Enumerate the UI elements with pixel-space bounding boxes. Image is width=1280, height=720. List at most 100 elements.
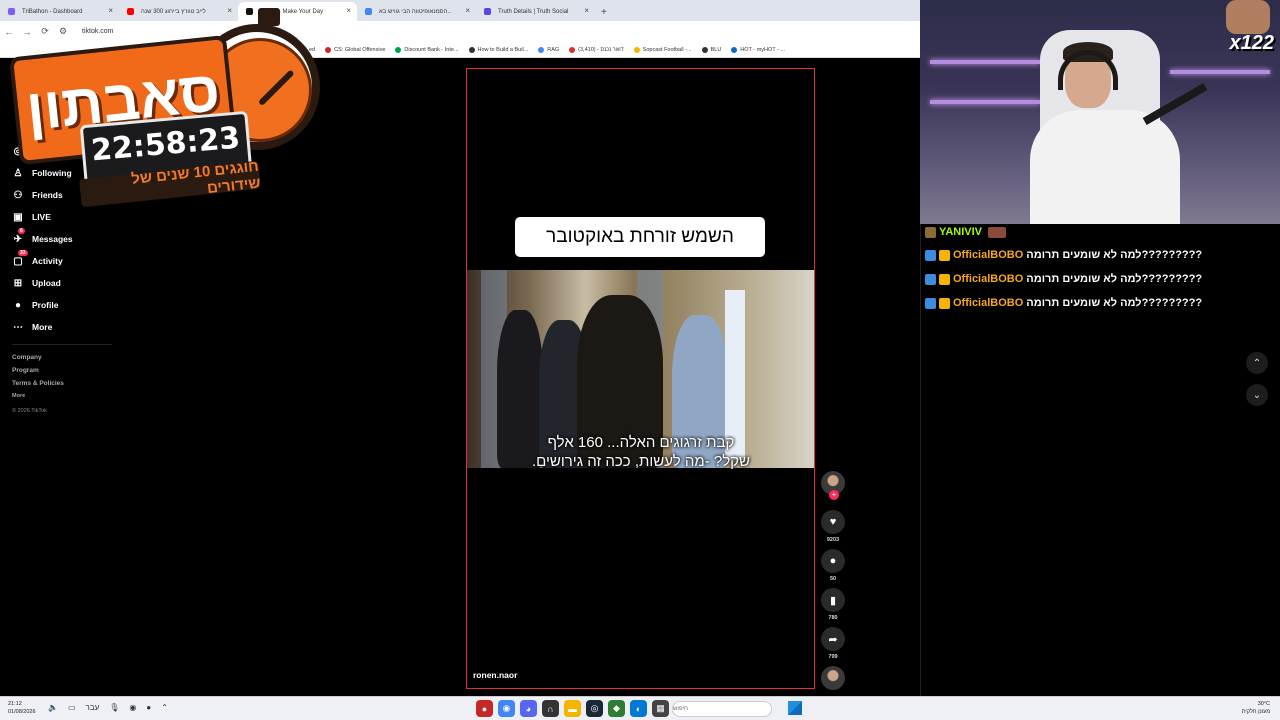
sidebar-item-live[interactable]: ▣ LIVE xyxy=(12,211,51,223)
chrome-icon[interactable]: ◉ xyxy=(498,700,515,717)
scroll-up-icon[interactable]: ⌃ xyxy=(1246,352,1268,374)
tab-close-icon[interactable]: × xyxy=(346,6,351,15)
creator-avatar[interactable]: + xyxy=(821,471,845,500)
bookmark-icon[interactable]: ▮ xyxy=(821,588,845,612)
new-tab-button[interactable]: + xyxy=(595,7,607,21)
scroll-down-icon[interactable]: ⌄ xyxy=(1246,384,1268,406)
chat-message: OfficialBOBO למה לא שומעים תרומה????????? xyxy=(925,297,1202,309)
footer-link[interactable]: More xyxy=(12,393,25,399)
tab-close-icon[interactable]: × xyxy=(584,6,589,15)
bookmark-item[interactable]: How to Build a Buil... xyxy=(468,46,529,53)
tab-close-icon[interactable]: × xyxy=(465,6,470,15)
video-player[interactable]: השמש זורחת באוקטובר קבת זרגוגים האלה... … xyxy=(466,68,815,689)
browser-tab[interactable]: Truth Details | Truth Social × xyxy=(476,2,595,21)
led-shelf xyxy=(930,60,1040,64)
bookmark-item[interactable]: RAG xyxy=(538,46,559,53)
sidebar-item-activity[interactable]: ▢ 33 Activity xyxy=(12,250,63,267)
volume-icon[interactable]: 🔈 xyxy=(48,703,58,712)
weather-widget[interactable]: 30°C מעונן חלקית xyxy=(1242,700,1270,716)
stopwatch-crown xyxy=(258,8,280,26)
chat-username[interactable]: OfficialBOBO xyxy=(953,273,1023,285)
edge-icon[interactable]: ◐ xyxy=(630,700,647,717)
temperature: 30°C xyxy=(1257,701,1270,707)
bookmark-favicon-icon xyxy=(633,46,640,53)
chat-message: OfficialBOBO למה לא שומעים תרומה????????? xyxy=(925,249,1202,261)
sidebar-item-label: Upload xyxy=(32,278,61,288)
bookmark-favicon-icon xyxy=(731,46,738,53)
steam-icon[interactable]: ◎ xyxy=(586,700,603,717)
footer-link[interactable]: Company xyxy=(12,354,42,361)
discord-icon[interactable]: ◕ xyxy=(520,700,537,717)
bookmark-item[interactable]: BLU xyxy=(701,46,721,53)
streamer-body xyxy=(1030,110,1180,224)
windows-start-icon[interactable] xyxy=(788,701,802,715)
video-author[interactable]: ronen.naor xyxy=(473,670,517,680)
sidebar-item-label: LIVE xyxy=(32,212,51,222)
taskbar-clock[interactable]: 21:12 01/08/2026 xyxy=(8,700,36,716)
chat-badge-icon xyxy=(925,249,936,261)
bookmark-favicon-icon xyxy=(701,46,708,53)
chat-badge-icon xyxy=(925,273,936,285)
record-icon[interactable]: ● xyxy=(146,703,151,712)
live-icon: ▣ xyxy=(13,211,23,223)
browser-tab[interactable]: הסמנאופיטווה הבי גוויש בא.. × xyxy=(357,2,476,21)
more-icon: ⋯ xyxy=(13,321,23,333)
subathon-overlay: סאבתון 22:58:23 חוגגים 10 שנים של שידורי… xyxy=(8,6,324,208)
subtitle-line-2: שקל? -מה לעשות, ככה זה גירושים. xyxy=(532,453,750,470)
bookmark-item[interactable]: HOT - myHOT - ... xyxy=(731,46,785,53)
app-icon[interactable]: ● xyxy=(476,700,493,717)
sidebar-item-more[interactable]: ⋯ More xyxy=(12,321,52,333)
sidebar-item-profile[interactable]: ● Profile xyxy=(12,299,58,311)
sidebar-item-label: More xyxy=(32,322,53,332)
app-icon[interactable]: ◆ xyxy=(608,700,625,717)
tab-favicon-icon xyxy=(484,8,491,15)
crown-badge-icon xyxy=(939,297,950,309)
chat-username[interactable]: OfficialBOBO xyxy=(953,249,1023,261)
sidebar-item-upload[interactable]: ⊞ Upload xyxy=(12,277,61,289)
clock-time: 21:12 xyxy=(8,701,22,707)
sidebar-item-label: Profile xyxy=(32,300,59,310)
network-icon[interactable]: ◉ xyxy=(129,703,136,712)
language-indicator[interactable]: עבר xyxy=(86,703,100,712)
chat-text: למה לא שומעים תרומה????????? xyxy=(1026,249,1203,261)
bookmark-label: (3,410) - דואר נכנס xyxy=(578,46,624,53)
bookmark-label: How to Build a Buil... xyxy=(477,46,529,53)
chat-username[interactable]: YANIVIV xyxy=(939,226,982,238)
comment-count: 50 xyxy=(829,576,837,582)
led-shelf xyxy=(930,100,1040,104)
system-tray: 🔈 ▭ עבר 🎙 ◉ ● ⌃ xyxy=(48,703,168,712)
bookmark-item[interactable]: Sopcast Football -... xyxy=(633,46,692,53)
activity-icon: ▢ xyxy=(13,255,23,267)
stream-chat: ⌃ ⌄ YANIVIV OfficialBOBO למה לא שומעים תרו… xyxy=(920,224,1280,696)
share-icon[interactable]: ➦ xyxy=(821,627,845,651)
tray-expand-icon[interactable]: ⌃ xyxy=(161,703,168,712)
sidebar-item-messages[interactable]: ✈ 6 Messages xyxy=(12,228,73,245)
chat-text: למה לא שומעים תרומה????????? xyxy=(1026,273,1203,285)
chat-message: YANIVIV xyxy=(925,226,1007,238)
crown-badge-icon xyxy=(939,249,950,261)
clock-date: 01/08/2026 xyxy=(8,709,36,715)
footer-link[interactable]: Terms & Policies xyxy=(12,380,64,387)
display-icon[interactable]: ▭ xyxy=(68,703,76,712)
chat-username[interactable]: OfficialBOBO xyxy=(953,297,1023,309)
app-icon[interactable]: ▦ xyxy=(652,700,669,717)
bookmark-favicon-icon xyxy=(569,46,576,53)
sound-avatar[interactable] xyxy=(821,666,845,690)
bookmark-item[interactable]: Discount Bank - Inte... xyxy=(395,46,459,53)
folder-icon[interactable]: ▬ xyxy=(564,700,581,717)
mic-icon[interactable]: 🎙 xyxy=(109,703,119,712)
headphones-icon[interactable]: ∩ xyxy=(542,700,559,717)
bookmark-item[interactable]: CS: Global Offensive xyxy=(325,46,385,53)
like-icon[interactable]: ♥ xyxy=(821,510,845,534)
taskbar-search[interactable]: חיפוש xyxy=(672,701,772,717)
video-caption: השמש זורחת באוקטובר xyxy=(515,217,765,257)
screen: TriBathon - Dashboard × לייב טוורץ בייחוג … xyxy=(0,0,1280,720)
profile-icon: ● xyxy=(14,299,22,311)
comment-icon[interactable]: ● xyxy=(821,549,845,573)
subtitle-line-1: קבת זרגוגים האלה... 160 אלף xyxy=(547,434,735,451)
bookmark-item[interactable]: (3,410) - דואר נכנס xyxy=(569,46,624,53)
follow-plus-icon[interactable]: + xyxy=(829,490,839,500)
footer-link[interactable]: Program xyxy=(12,367,39,374)
like-count: 9203 xyxy=(826,537,840,543)
upload-icon: ⊞ xyxy=(13,277,23,289)
